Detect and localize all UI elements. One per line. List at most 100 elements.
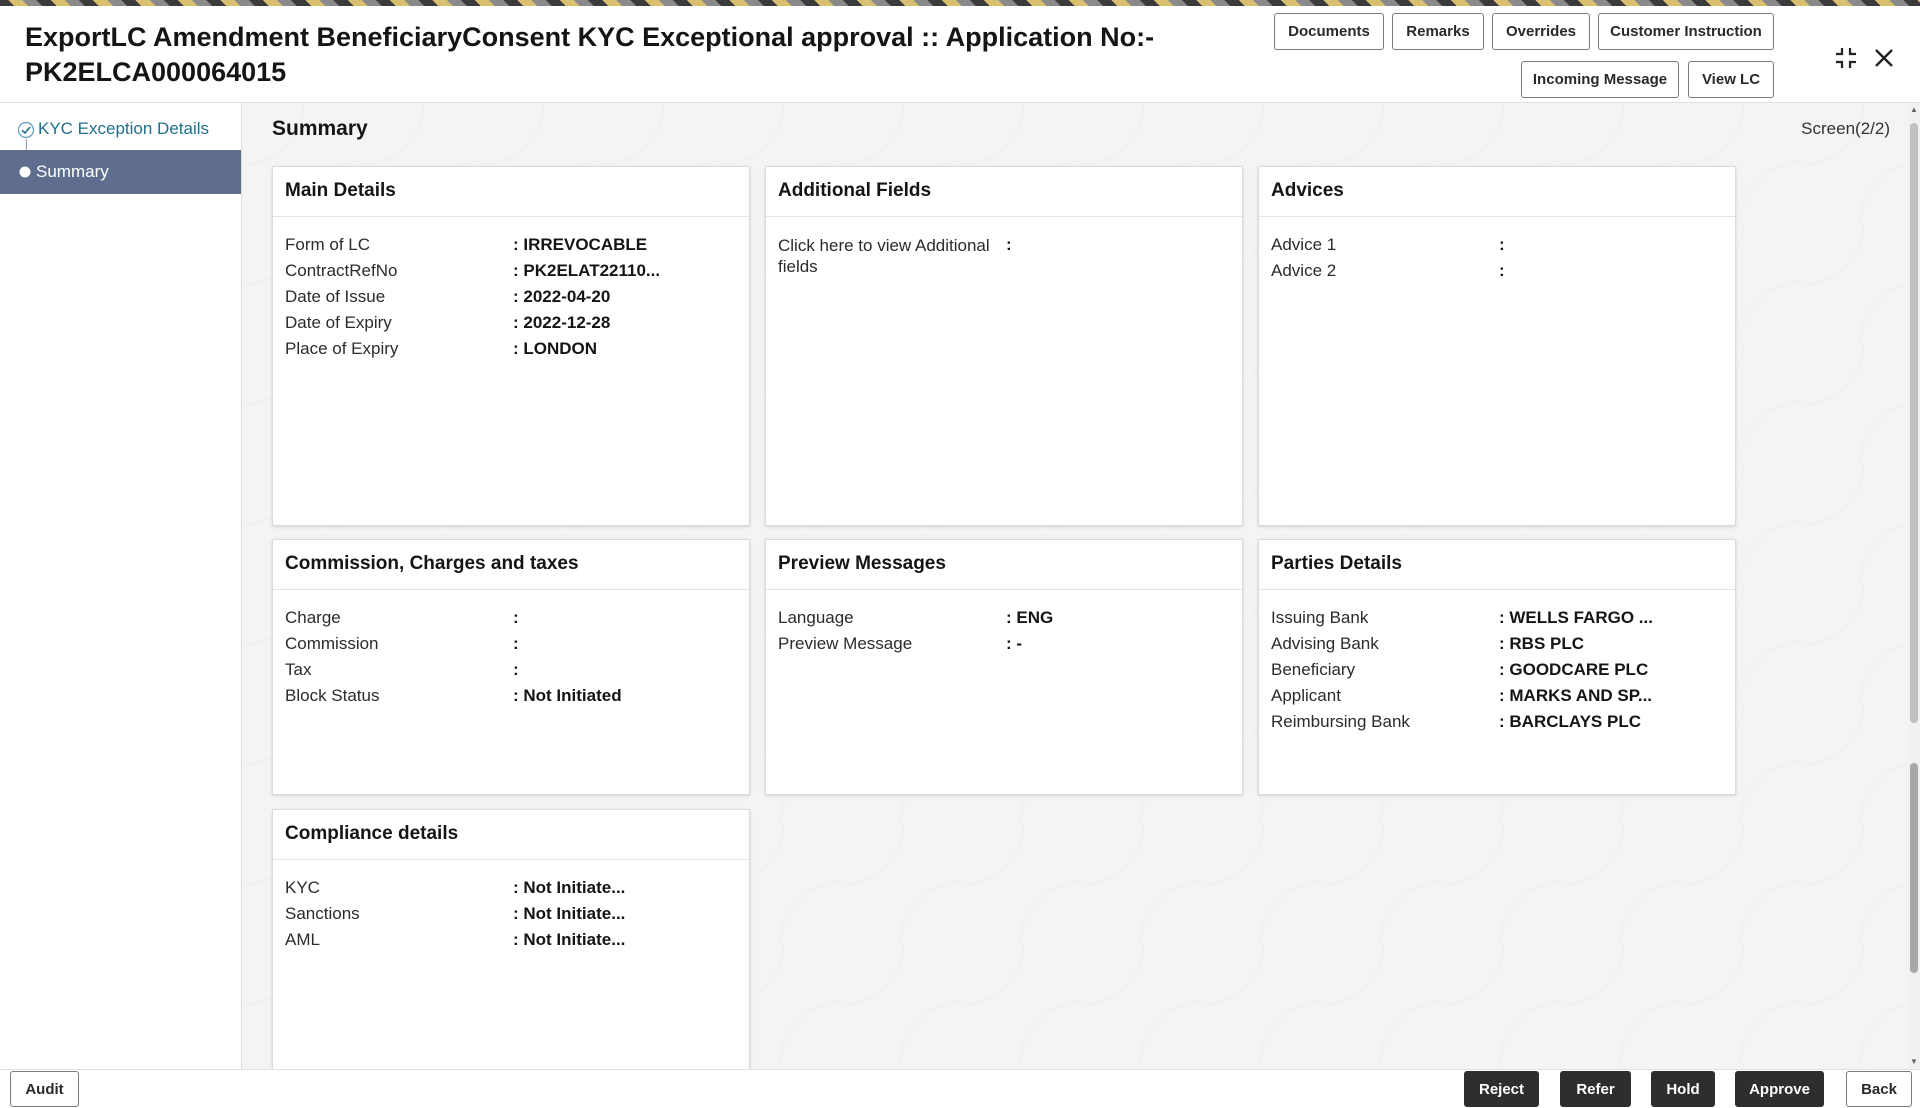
field-value: :: [1499, 235, 1505, 255]
field-value: : Not Initiate...: [513, 904, 625, 924]
detail-row: Language: ENG: [778, 608, 1242, 634]
field-label: Block Status: [285, 686, 505, 706]
compliance-details-card: Compliance details KYC: Not Initiate... …: [272, 809, 750, 1069]
field-value: : 2022-04-20: [513, 287, 610, 307]
field-label: Charge: [285, 608, 505, 628]
card-title[interactable]: Main Details: [273, 167, 749, 217]
field-label: Advice 1: [1271, 235, 1491, 255]
detail-row: Applicant : MARKS AND SP...: [1271, 686, 1735, 712]
commission-charges-taxes-card: Commission, Charges and taxes Charge: Co…: [272, 539, 750, 795]
page-title: ExportLC Amendment BeneficiaryConsent KY…: [25, 20, 1255, 90]
detail-row: Charge:: [285, 608, 749, 634]
additional-fields-card: Additional Fields Click here to view Add…: [765, 166, 1243, 526]
field-label: Reimbursing Bank: [1271, 712, 1491, 732]
card-title[interactable]: Advices: [1259, 167, 1735, 217]
card-title[interactable]: Compliance details: [273, 810, 749, 860]
field-value: : 2022-12-28: [513, 313, 610, 333]
detail-row: Form of LC: IRREVOCABLE: [285, 235, 749, 261]
detail-row: Advice 2:: [1271, 261, 1735, 287]
page-header: ExportLC Amendment BeneficiaryConsent KY…: [0, 6, 1920, 103]
active-step-dot-icon: [19, 166, 31, 178]
field-label: Place of Expiry: [285, 339, 505, 359]
minimize-icon[interactable]: [1832, 44, 1860, 72]
detail-row: Click here to view Additional fields:: [778, 235, 1242, 283]
back-button[interactable]: Back: [1846, 1071, 1912, 1107]
screen-indicator: Screen(2/2): [1801, 119, 1890, 139]
detail-row: ContractRefNo : PK2ELAT22110...: [285, 261, 749, 287]
detail-row: Advice 1:: [1271, 235, 1735, 261]
field-value: : LONDON: [513, 339, 597, 359]
field-label: KYC: [285, 878, 505, 898]
sidebar-item-label: Summary: [36, 150, 109, 194]
field-label: Advice 2: [1271, 261, 1491, 281]
detail-row: Beneficiary: GOODCARE PLC: [1271, 660, 1735, 686]
scrollbar-thumb-secondary[interactable]: [1910, 763, 1918, 973]
field-label: Language: [778, 608, 998, 628]
field-label: ContractRefNo: [285, 261, 505, 281]
field-label: AML: [285, 930, 505, 950]
page-title-line1: ExportLC Amendment BeneficiaryConsent KY…: [25, 20, 1255, 55]
field-label: Date of Expiry: [285, 313, 505, 333]
preview-messages-card: Preview Messages Language: ENG Preview M…: [765, 539, 1243, 795]
scrollbar-thumb[interactable]: [1910, 123, 1918, 723]
reject-button[interactable]: Reject: [1464, 1071, 1539, 1107]
field-value: :: [513, 634, 519, 654]
sidebar: KYC Exception Details Summary: [0, 103, 242, 1069]
incoming-message-button[interactable]: Incoming Message: [1521, 61, 1679, 98]
detail-row: Tax:: [285, 660, 749, 686]
summary-title: Summary: [272, 117, 368, 141]
card-title[interactable]: Parties Details: [1259, 540, 1735, 590]
parties-details-card: Parties Details Issuing Bank: WELLS FARG…: [1258, 539, 1736, 795]
field-label: Advising Bank: [1271, 634, 1491, 654]
field-value: : PK2ELAT22110...: [513, 261, 660, 281]
remarks-button[interactable]: Remarks: [1392, 13, 1484, 50]
field-label: Applicant: [1271, 686, 1491, 706]
detail-row: Sanctions : Not Initiate...: [285, 904, 749, 930]
view-lc-button[interactable]: View LC: [1688, 61, 1774, 98]
check-circle-icon: [17, 121, 35, 139]
field-label: Commission: [285, 634, 505, 654]
field-label: Sanctions: [285, 904, 505, 924]
scroll-up-icon[interactable]: ▲: [1910, 105, 1918, 114]
field-value: : RBS PLC: [1499, 634, 1584, 654]
detail-row: Block Status : Not Initiated: [285, 686, 749, 712]
field-value: : WELLS FARGO ...: [1499, 608, 1653, 628]
card-title[interactable]: Commission, Charges and taxes: [273, 540, 749, 590]
detail-row: Place of Expiry : LONDON: [285, 339, 749, 365]
refer-button[interactable]: Refer: [1560, 1071, 1631, 1107]
footer-bar: Audit Reject Refer Hold Approve Back: [0, 1069, 1920, 1108]
customer-instruction-button[interactable]: Customer Instruction: [1598, 13, 1774, 50]
sidebar-item-kyc-exception-details[interactable]: KYC Exception Details: [0, 107, 241, 151]
detail-row: Date of Issue : 2022-04-20: [285, 287, 749, 313]
detail-row: Issuing Bank: WELLS FARGO ...: [1271, 608, 1735, 634]
close-icon[interactable]: [1870, 44, 1898, 72]
field-value: : GOODCARE PLC: [1499, 660, 1648, 680]
detail-row: KYC : Not Initiate...: [285, 878, 749, 904]
scroll-down-icon[interactable]: ▼: [1910, 1057, 1918, 1066]
field-value: : MARKS AND SP...: [1499, 686, 1652, 706]
detail-row: Reimbursing Bank : BARCLAYS PLC: [1271, 712, 1735, 738]
view-additional-fields-link[interactable]: Click here to view Additional fields: [778, 235, 998, 277]
audit-button[interactable]: Audit: [10, 1071, 79, 1107]
field-value: :: [1006, 235, 1012, 255]
field-value: :: [1499, 261, 1505, 281]
detail-row: AML: Not Initiate...: [285, 930, 749, 956]
field-value: : Not Initiate...: [513, 878, 625, 898]
documents-button[interactable]: Documents: [1274, 13, 1384, 50]
vertical-scrollbar[interactable]: ▲ ▼: [1908, 103, 1920, 1069]
hold-button[interactable]: Hold: [1651, 1071, 1715, 1107]
card-title[interactable]: Additional Fields: [766, 167, 1242, 217]
field-label: Date of Issue: [285, 287, 505, 307]
field-value: : IRREVOCABLE: [513, 235, 647, 255]
field-value: : -: [1006, 634, 1022, 654]
main-content: Summary Screen(2/2) Main Details Form of…: [242, 103, 1908, 1069]
card-title[interactable]: Preview Messages: [766, 540, 1242, 590]
approve-button[interactable]: Approve: [1735, 1071, 1824, 1107]
sidebar-item-summary[interactable]: Summary: [0, 150, 241, 194]
field-label: Preview Message: [778, 634, 998, 654]
advices-card: Advices Advice 1: Advice 2:: [1258, 166, 1736, 526]
main-details-card: Main Details Form of LC: IRREVOCABLE Con…: [272, 166, 750, 526]
field-value: : BARCLAYS PLC: [1499, 712, 1641, 732]
field-value: : Not Initiated: [513, 686, 622, 706]
overrides-button[interactable]: Overrides: [1492, 13, 1590, 50]
